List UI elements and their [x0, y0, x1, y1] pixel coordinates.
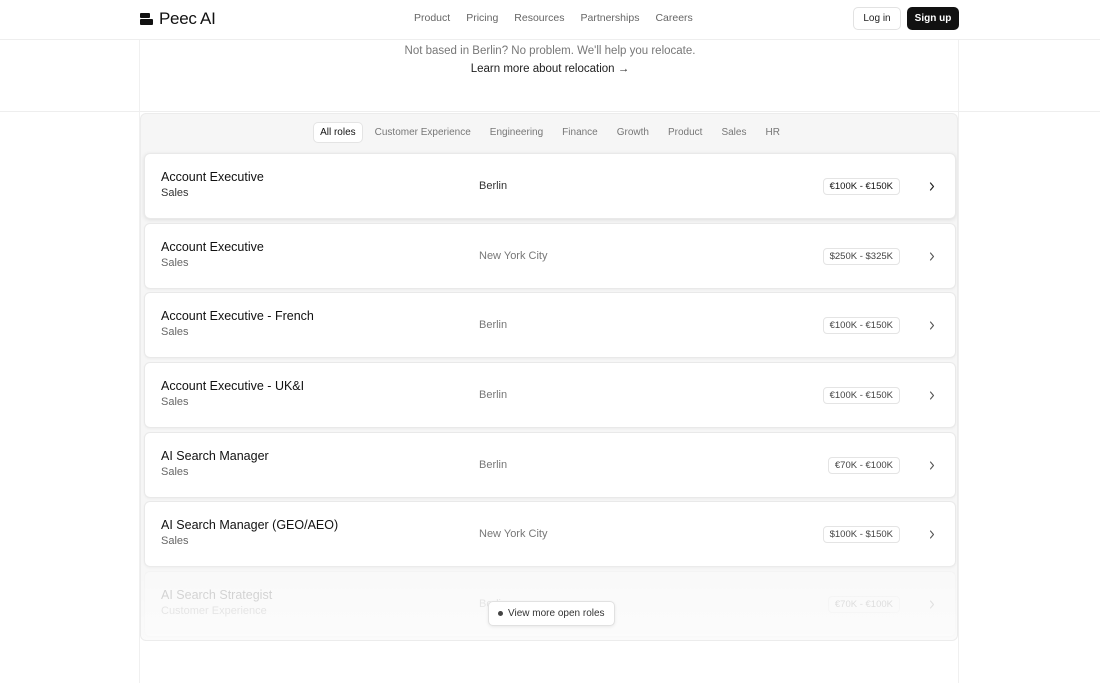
job-row[interactable]: Account Executive Sales Berlin €100K - €…: [144, 153, 956, 219]
section-divider: [0, 111, 1100, 112]
job-title: Account Executive - French: [161, 309, 314, 323]
job-title: Account Executive: [161, 170, 264, 184]
job-department: Sales: [161, 187, 189, 199]
job-title: AI Search Manager (GEO/AEO): [161, 518, 339, 532]
nav-product[interactable]: Product: [414, 12, 450, 24]
right-guide-line: [958, 40, 959, 683]
filter-all-roles[interactable]: All roles: [314, 123, 362, 142]
job-department: Sales: [161, 326, 189, 338]
job-department: Customer Experience: [161, 605, 267, 617]
view-more-label: View more open roles: [508, 608, 605, 619]
job-row[interactable]: Account Executive Sales New York City $2…: [144, 223, 956, 289]
job-location: Berlin: [479, 319, 508, 331]
role-filter-tabs: All roles Customer Experience Engineerin…: [141, 123, 957, 142]
filter-growth[interactable]: Growth: [611, 123, 655, 142]
filter-sales[interactable]: Sales: [715, 123, 752, 142]
chevron-right-icon: [928, 318, 936, 332]
job-location: Berlin: [479, 459, 508, 471]
dot-icon: [498, 611, 503, 616]
chevron-right-icon: [928, 179, 936, 193]
nav-partnerships[interactable]: Partnerships: [581, 12, 640, 24]
login-button[interactable]: Log in: [853, 7, 901, 30]
job-department: Sales: [161, 535, 189, 547]
job-department: Sales: [161, 257, 189, 269]
filter-engineering[interactable]: Engineering: [484, 123, 549, 142]
job-department: Sales: [161, 466, 189, 478]
nav-pricing[interactable]: Pricing: [466, 12, 498, 24]
main-nav: Product Pricing Resources Partnerships C…: [414, 12, 693, 24]
job-title: Account Executive: [161, 240, 264, 254]
filter-hr[interactable]: HR: [759, 123, 785, 142]
salary-badge: €100K - €150K: [822, 317, 900, 334]
job-row[interactable]: Account Executive - French Sales Berlin …: [144, 292, 956, 358]
job-row[interactable]: AI Search Manager Sales Berlin €70K - €1…: [144, 432, 956, 498]
filter-product[interactable]: Product: [662, 123, 708, 142]
nav-careers[interactable]: Careers: [655, 12, 692, 24]
salary-badge: $250K - $325K: [822, 248, 900, 265]
salary-badge: $100K - $150K: [822, 526, 900, 543]
relocation-link[interactable]: Learn more about relocation →: [0, 63, 1100, 75]
job-location: New York City: [479, 250, 548, 262]
salary-badge: €70K - €100K: [827, 596, 900, 613]
job-location: Berlin: [479, 180, 508, 192]
nav-resources[interactable]: Resources: [514, 12, 564, 24]
job-department: Sales: [161, 396, 189, 408]
job-title: Account Executive - UK&I: [161, 379, 305, 393]
filter-finance[interactable]: Finance: [556, 123, 604, 142]
chevron-right-icon: [928, 249, 936, 263]
job-row[interactable]: AI Search Manager (GEO/AEO) Sales New Yo…: [144, 501, 956, 567]
job-title: AI Search Strategist: [161, 588, 273, 602]
signup-button[interactable]: Sign up: [907, 7, 959, 30]
chevron-right-icon: [928, 597, 936, 611]
view-more-roles-button[interactable]: View more open roles: [488, 601, 615, 626]
brand-name: Peec AI: [159, 9, 216, 28]
salary-badge: €100K - €150K: [822, 387, 900, 404]
job-row[interactable]: Account Executive - UK&I Sales Berlin €1…: [144, 362, 956, 428]
filter-customer-experience[interactable]: Customer Experience: [369, 123, 477, 142]
salary-badge: €70K - €100K: [827, 457, 900, 474]
open-roles-panel: All roles Customer Experience Engineerin…: [140, 113, 958, 641]
salary-badge: €100K - €150K: [822, 178, 900, 195]
chevron-right-icon: [928, 527, 936, 541]
relocation-text: Not based in Berlin? No problem. We'll h…: [404, 45, 696, 57]
job-location: Berlin: [479, 389, 508, 401]
chevron-right-icon: [928, 458, 936, 472]
logo-icon: [140, 12, 153, 26]
brand-logo[interactable]: Peec AI: [140, 9, 216, 29]
job-location: New York City: [479, 528, 548, 540]
top-navigation-bar: Peec AI Product Pricing Resources Partne…: [0, 0, 1100, 40]
job-title: AI Search Manager: [161, 449, 269, 463]
chevron-right-icon: [928, 388, 936, 402]
